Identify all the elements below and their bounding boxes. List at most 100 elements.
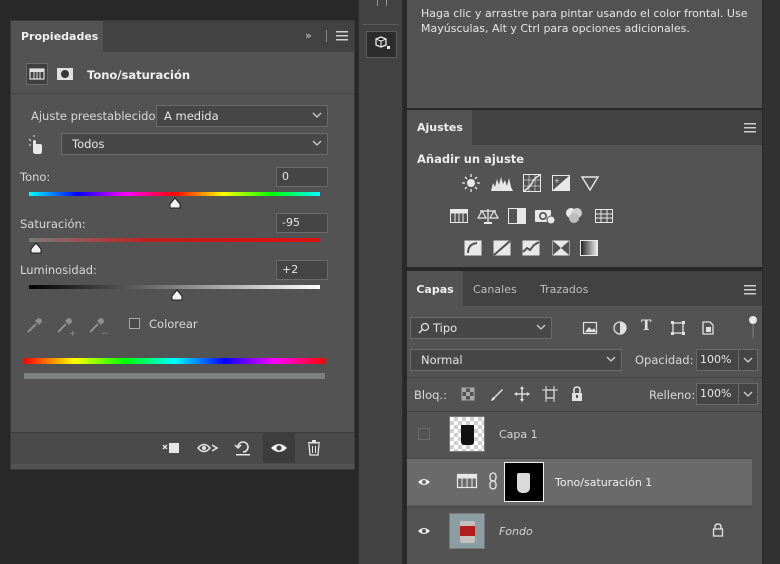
chevron-down-icon: [312, 138, 322, 148]
black-white-icon[interactable]: [507, 206, 527, 226]
adjustment-filter-icon[interactable]: [612, 320, 628, 336]
layer-name[interactable]: Capa 1: [499, 428, 538, 441]
preset-dropdown[interactable]: A medida: [156, 105, 328, 127]
eyedropper-add-icon[interactable]: +: [55, 315, 77, 337]
tab-layers[interactable]: Capas: [407, 271, 463, 306]
layer-mask-icon[interactable]: [54, 63, 76, 85]
tab-channels[interactable]: Canales: [473, 283, 517, 296]
exposure-icon[interactable]: +: [551, 173, 571, 193]
clip-to-layer-icon[interactable]: [161, 439, 181, 457]
fill-input[interactable]: 100%: [696, 383, 758, 405]
threshold-icon[interactable]: [521, 238, 541, 258]
hint-panel: Haga clic y arrastre para pintar usando …: [407, 0, 780, 108]
panel-divider: [326, 30, 327, 42]
lock-row-divider: [407, 377, 780, 378]
layers-panel: Capas Canales Trazados Tipo T Normal Opa…: [407, 271, 780, 564]
lock-artboard-icon[interactable]: [542, 386, 558, 402]
posterize-icon[interactable]: [492, 238, 512, 258]
strip-grip: [377, 0, 387, 6]
pixel-filter-icon[interactable]: [582, 320, 598, 336]
saturation-label: Saturación:: [20, 217, 86, 231]
levels-icon[interactable]: [490, 173, 514, 193]
header-divider: [11, 93, 354, 94]
chevron-down-icon: [606, 354, 616, 364]
panel-menu-icon[interactable]: [744, 123, 756, 133]
svg-text:+: +: [554, 177, 560, 185]
gradient-map-icon[interactable]: [579, 238, 599, 258]
3d-panel-button[interactable]: [366, 31, 397, 58]
on-image-adjust-icon[interactable]: [25, 134, 47, 156]
filter-type-value: Tipo: [433, 321, 458, 335]
filter-type-dropdown[interactable]: Tipo: [410, 317, 552, 339]
hue-input[interactable]: 0: [276, 167, 328, 187]
channel-mixer-icon[interactable]: [563, 206, 585, 226]
saturation-value: -95: [282, 216, 300, 229]
lock-icon[interactable]: [712, 523, 724, 537]
type-filter-icon[interactable]: T: [641, 318, 651, 334]
smart-object-filter-icon[interactable]: [700, 320, 716, 336]
collapse-icon[interactable]: »: [305, 30, 312, 41]
opacity-input[interactable]: 100%: [696, 349, 758, 371]
delete-icon[interactable]: [306, 439, 322, 457]
vibrance-icon[interactable]: [580, 173, 600, 193]
lightness-input[interactable]: +2: [276, 260, 328, 280]
lightness-slider-handle[interactable]: [171, 289, 183, 301]
eyedropper-icon[interactable]: [25, 315, 45, 335]
shape-filter-icon[interactable]: [670, 320, 686, 336]
photo-filter-icon[interactable]: [534, 206, 556, 226]
lightness-value: +2: [282, 263, 299, 276]
eyedropper-subtract-icon[interactable]: −: [87, 315, 109, 337]
right-edge: [762, 0, 780, 564]
eye-icon[interactable]: [417, 526, 431, 536]
brightness-icon[interactable]: [461, 173, 481, 193]
lock-position-icon[interactable]: [514, 386, 530, 402]
add-adjustment-label: Añadir un ajuste: [417, 152, 525, 166]
colorize-checkbox[interactable]: [129, 318, 140, 329]
hint-text: Haga clic y arrastre para pintar usando …: [421, 7, 748, 35]
tab-properties[interactable]: Propiedades: [11, 21, 103, 52]
view-previous-state-icon[interactable]: [196, 439, 220, 457]
channel-dropdown[interactable]: Todos: [61, 133, 328, 155]
adjustment-title: Tono/saturación: [87, 68, 191, 82]
color-balance-icon[interactable]: [477, 206, 499, 226]
saturation-input[interactable]: -95: [276, 213, 328, 233]
chevron-down-icon: [312, 110, 322, 120]
layer-row-selected[interactable]: Tono/saturación 1: [407, 459, 752, 505]
link-icon[interactable]: [488, 472, 498, 490]
lock-pixels-icon[interactable]: [489, 387, 505, 403]
layer-mask-thumbnail[interactable]: [504, 462, 544, 502]
channel-value: Todos: [72, 137, 105, 151]
fill-label: Relleno:: [649, 388, 696, 402]
svg-text:+: +: [69, 329, 77, 337]
selective-color-icon[interactable]: [551, 238, 571, 258]
tab-adjustments[interactable]: Ajustes: [407, 110, 472, 145]
layer-thumbnail: [449, 416, 485, 452]
chevron-down-icon[interactable]: [738, 350, 757, 370]
adjustment-layer-icon[interactable]: [26, 63, 48, 85]
invert-icon[interactable]: [463, 238, 483, 258]
blend-mode-dropdown[interactable]: Normal: [410, 349, 622, 371]
eye-icon[interactable]: [417, 477, 431, 487]
tab-paths[interactable]: Trazados: [540, 283, 588, 296]
visibility-checkbox[interactable]: [418, 428, 430, 440]
blend-mode-value: Normal: [421, 353, 463, 367]
hue-slider-handle[interactable]: [169, 197, 181, 209]
chevron-down-icon[interactable]: [738, 384, 757, 404]
layer-row[interactable]: Capa 1: [407, 412, 752, 459]
reset-icon[interactable]: [233, 439, 253, 457]
saturation-slider-handle[interactable]: [30, 242, 42, 254]
lock-all-icon[interactable]: [570, 386, 584, 402]
filter-toggle[interactable]: [749, 316, 757, 338]
hue-saturation-icon[interactable]: [449, 206, 469, 226]
colorize-label: Colorear: [149, 317, 198, 331]
hue-saturation-icon: [456, 472, 478, 490]
layer-name[interactable]: Tono/saturación 1: [555, 476, 652, 489]
lock-transparent-icon[interactable]: [461, 387, 475, 401]
color-lookup-icon[interactable]: [594, 206, 614, 226]
curves-icon[interactable]: [522, 173, 542, 193]
layer-name[interactable]: Fondo: [499, 525, 533, 538]
panel-menu-icon[interactable]: [744, 285, 756, 295]
panel-menu-icon[interactable]: [336, 31, 348, 41]
visibility-icon[interactable]: [270, 442, 288, 454]
layer-row[interactable]: Fondo: [407, 507, 752, 554]
